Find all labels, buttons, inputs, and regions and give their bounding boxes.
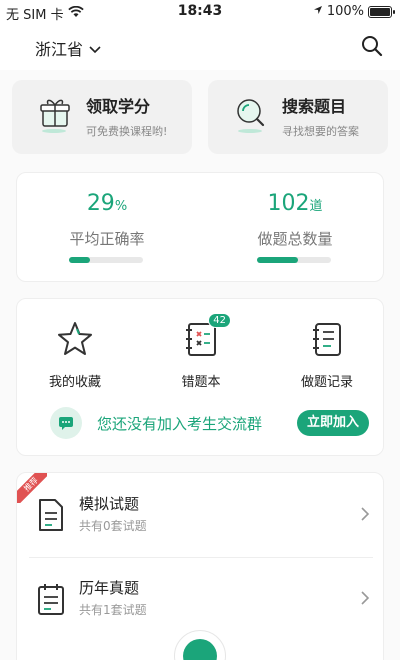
gift-icon xyxy=(38,96,72,134)
mock-exam-item[interactable]: 模拟试题 共有0套试题 xyxy=(17,473,383,558)
chevron-down-icon xyxy=(89,39,101,58)
past-exams-count: 共有1套试题 xyxy=(79,603,147,617)
past-exams-title: 历年真题 xyxy=(79,579,140,597)
battery-icon xyxy=(368,5,395,18)
question-count-stat: 102道 做题总数量 xyxy=(225,191,365,249)
question-count-unit: 道 xyxy=(309,199,323,214)
tools-card: 我的收藏 42 错题本 做题记录 您还没有加入考生交流群 立即加入 xyxy=(16,298,384,456)
earn-credits-card[interactable]: 领取学分 可免费换课程哟! xyxy=(12,80,192,154)
star-icon xyxy=(55,319,95,359)
search-questions-card[interactable]: 搜索题目 寻找想要的答案 xyxy=(208,80,388,154)
wrong-count-badge: 42 xyxy=(208,313,231,328)
past-exams-item[interactable]: 历年真题 共有1套试题 xyxy=(17,557,383,641)
accuracy-unit: % xyxy=(114,199,128,214)
province-selector[interactable]: 浙江省 xyxy=(35,36,101,60)
search-questions-subtitle: 寻找想要的答案 xyxy=(282,125,359,138)
record-icon xyxy=(307,319,347,359)
question-count-value: 102 xyxy=(267,191,310,216)
province-label: 浙江省 xyxy=(35,40,84,59)
study-group-banner: 您还没有加入考生交流群 立即加入 xyxy=(33,405,369,441)
question-count-progress-fill xyxy=(257,257,298,263)
practice-record-label: 做题记录 xyxy=(300,375,353,390)
study-group-text: 您还没有加入考生交流群 xyxy=(97,415,263,433)
chat-icon xyxy=(50,407,82,439)
search-icon xyxy=(362,36,383,57)
accuracy-label: 平均正确率 xyxy=(69,230,145,248)
stats-card: 29% 平均正确率 102道 做题总数量 xyxy=(16,172,384,282)
top-header: 浙江省 xyxy=(0,24,400,70)
earn-credits-title: 领取学分 xyxy=(86,97,151,116)
join-group-button[interactable]: 立即加入 xyxy=(296,410,369,436)
favorites-label: 我的收藏 xyxy=(48,375,101,390)
wrong-book-icon: 42 xyxy=(181,313,231,359)
battery-percent: 100% xyxy=(326,4,364,19)
location-icon xyxy=(313,4,323,19)
question-count-label: 做题总数量 xyxy=(257,230,333,248)
accuracy-progress-fill xyxy=(69,257,91,263)
accuracy-progress-bar xyxy=(69,257,143,263)
earn-credits-subtitle: 可免费换课程哟! xyxy=(86,125,168,138)
chevron-right-icon xyxy=(359,505,371,523)
status-bar: 无 SIM 卡 18:43 100% xyxy=(0,0,400,24)
mock-exam-count: 共有0套试题 xyxy=(79,519,147,533)
mock-exam-title: 模拟试题 xyxy=(79,495,140,513)
practice-record-button[interactable]: 做题记录 xyxy=(277,319,377,390)
search-questions-title: 搜索题目 xyxy=(282,97,347,116)
accuracy-value: 29 xyxy=(86,191,115,216)
calendar-icon xyxy=(37,582,65,616)
favorites-button[interactable]: 我的收藏 xyxy=(25,319,125,390)
wrong-book-button[interactable]: 42 错题本 xyxy=(151,313,251,390)
chevron-right-icon xyxy=(359,589,371,607)
search-button[interactable] xyxy=(360,34,384,58)
wrong-book-label: 错题本 xyxy=(181,375,221,390)
document-icon xyxy=(37,498,65,532)
accuracy-stat: 29% 平均正确率 xyxy=(37,191,177,249)
magnifier-icon xyxy=(234,96,268,134)
question-count-progress-bar xyxy=(257,257,331,263)
